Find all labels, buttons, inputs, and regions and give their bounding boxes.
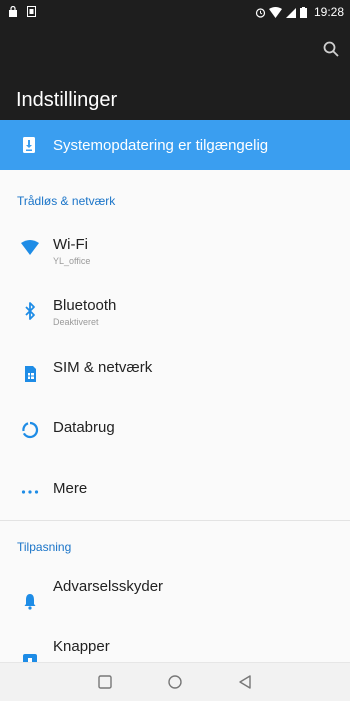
settings-item-label: Advarselsskyder bbox=[53, 578, 164, 595]
status-bar: 19:28 bbox=[0, 0, 350, 24]
clock: 19:28 bbox=[313, 5, 344, 19]
data-usage-icon bbox=[20, 420, 40, 440]
system-update-banner[interactable]: Systemopdatering er tilgængelig bbox=[0, 120, 350, 170]
section-header-wireless: Trådløs & netværk bbox=[17, 194, 116, 208]
lock-icon bbox=[8, 5, 18, 17]
cell-signal-icon bbox=[285, 7, 296, 18]
sim-card-icon bbox=[20, 364, 40, 384]
settings-item-label: Databrug bbox=[53, 419, 115, 436]
settings-item-label: Knapper bbox=[53, 638, 110, 655]
settings-item-label: Wi-Fi bbox=[53, 236, 88, 253]
settings-item-label: Mere bbox=[53, 480, 88, 497]
wifi-icon bbox=[20, 238, 40, 258]
settings-item-label: SIM & netværk bbox=[53, 359, 153, 376]
settings-item-sim-network[interactable]: SIM & netværk bbox=[0, 346, 350, 406]
battery-icon bbox=[299, 6, 307, 18]
section-header-personal: Tilpasning bbox=[17, 540, 72, 554]
settings-item-label: Bluetooth bbox=[53, 297, 117, 314]
settings-item-subtitle: YL_office bbox=[53, 256, 91, 266]
settings-item-subtitle: Deaktiveret bbox=[53, 317, 99, 327]
more-dots-icon bbox=[20, 482, 40, 502]
search-icon[interactable] bbox=[322, 40, 340, 58]
settings-item-data-usage[interactable]: Databrug bbox=[0, 407, 350, 467]
settings-item-more[interactable]: Mere bbox=[0, 468, 350, 528]
recents-button[interactable] bbox=[96, 673, 114, 691]
settings-item-bluetooth[interactable]: Bluetooth Deaktiveret bbox=[0, 285, 350, 345]
settings-item-alert-slider[interactable]: Advarselsskyder bbox=[0, 570, 350, 630]
bell-icon bbox=[20, 591, 40, 611]
back-button[interactable] bbox=[236, 673, 254, 691]
sd-card-icon bbox=[26, 6, 36, 17]
system-update-icon bbox=[22, 136, 36, 154]
wifi-signal-icon bbox=[268, 6, 282, 18]
alarm-icon bbox=[255, 7, 266, 18]
bluetooth-icon bbox=[20, 301, 40, 321]
app-bar: Indstillinger bbox=[0, 24, 350, 120]
page-title: Indstillinger bbox=[16, 89, 118, 111]
settings-item-wifi[interactable]: Wi-Fi YL_office bbox=[0, 224, 350, 284]
section-divider bbox=[0, 520, 350, 521]
system-update-label: Systemopdatering er tilgængelig bbox=[53, 137, 269, 154]
navigation-bar bbox=[0, 662, 350, 701]
home-button[interactable] bbox=[166, 673, 184, 691]
